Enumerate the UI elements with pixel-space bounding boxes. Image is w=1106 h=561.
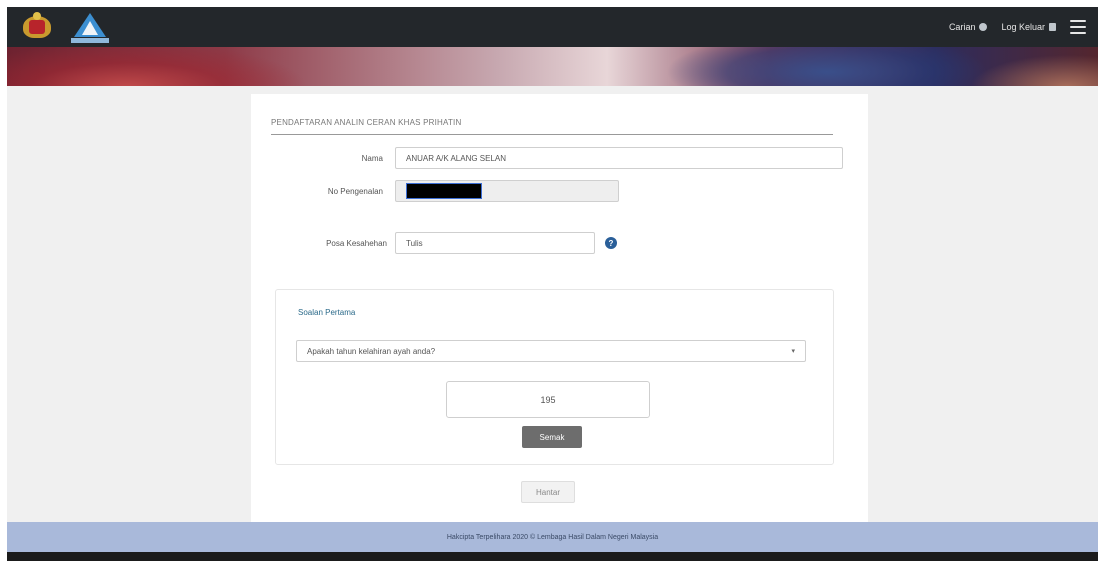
page-body: PENDAFTARAN ANALIN CERAN KHAS PRIHATIN N… bbox=[7, 86, 1098, 522]
help-link-label: Carian bbox=[948, 22, 976, 32]
logout-link[interactable]: Log Keluar bbox=[1001, 22, 1056, 32]
footer-text: Hakcipta Terpelihara 2020 © Lembaga Hasi… bbox=[446, 533, 659, 541]
app-frame: Carian Log Keluar PENDAFTARAN ANALIN CER… bbox=[0, 0, 1106, 561]
malaysia-crest-logo[interactable] bbox=[19, 12, 55, 42]
name-label: Nama bbox=[361, 153, 383, 163]
nav-right: Carian Log Keluar bbox=[949, 20, 1086, 34]
footer: Hakcipta Terpelihara 2020 © Lembaga Hasi… bbox=[7, 522, 1098, 552]
form-card: PENDAFTARAN ANALIN CERAN KHAS PRIHATIN N… bbox=[251, 94, 868, 522]
header-banner bbox=[7, 47, 1098, 86]
help-icon[interactable]: ? bbox=[605, 237, 617, 249]
header-logos bbox=[19, 11, 109, 43]
lhdn-logo[interactable] bbox=[71, 11, 109, 43]
security-question-panel: Soalan Pertama Apakah tahun kelahiran ay… bbox=[275, 289, 834, 465]
check-button[interactable]: Semak bbox=[522, 426, 582, 448]
top-navbar: Carian Log Keluar bbox=[7, 7, 1098, 47]
security-question-title: Soalan Pertama bbox=[298, 308, 356, 317]
name-row: Nama ANUAR A/K ALANG SELAN bbox=[271, 147, 843, 169]
id-field bbox=[395, 180, 619, 202]
id-row: No Pengenalan bbox=[271, 180, 619, 202]
password-field[interactable]: Tulis bbox=[395, 232, 595, 254]
info-icon bbox=[979, 23, 988, 31]
password-row: Posa Kesahehan Tulis ? bbox=[271, 232, 617, 254]
lock-icon bbox=[1049, 23, 1056, 31]
security-question-select[interactable]: Apakah tahun kelahiran ayah anda? ▾ bbox=[296, 340, 806, 362]
form-title: PENDAFTARAN ANALIN CERAN KHAS PRIHATIN bbox=[271, 118, 833, 135]
bottom-strip bbox=[7, 552, 1098, 561]
password-label: Posa Kesahehan bbox=[326, 238, 387, 248]
help-link[interactable]: Carian bbox=[949, 22, 988, 32]
chevron-down-icon: ▾ bbox=[791, 348, 795, 355]
hamburger-menu-icon[interactable] bbox=[1070, 20, 1086, 34]
submit-button[interactable]: Hantar bbox=[521, 481, 575, 503]
logout-link-label: Log Keluar bbox=[1001, 22, 1045, 32]
security-question-selected: Apakah tahun kelahiran ayah anda? bbox=[307, 346, 436, 356]
name-field[interactable]: ANUAR A/K ALANG SELAN bbox=[395, 147, 843, 169]
redacted-id-value bbox=[406, 183, 482, 199]
security-answer-field[interactable]: 19⁠5 bbox=[446, 381, 650, 418]
id-label: No Pengenalan bbox=[327, 186, 383, 196]
